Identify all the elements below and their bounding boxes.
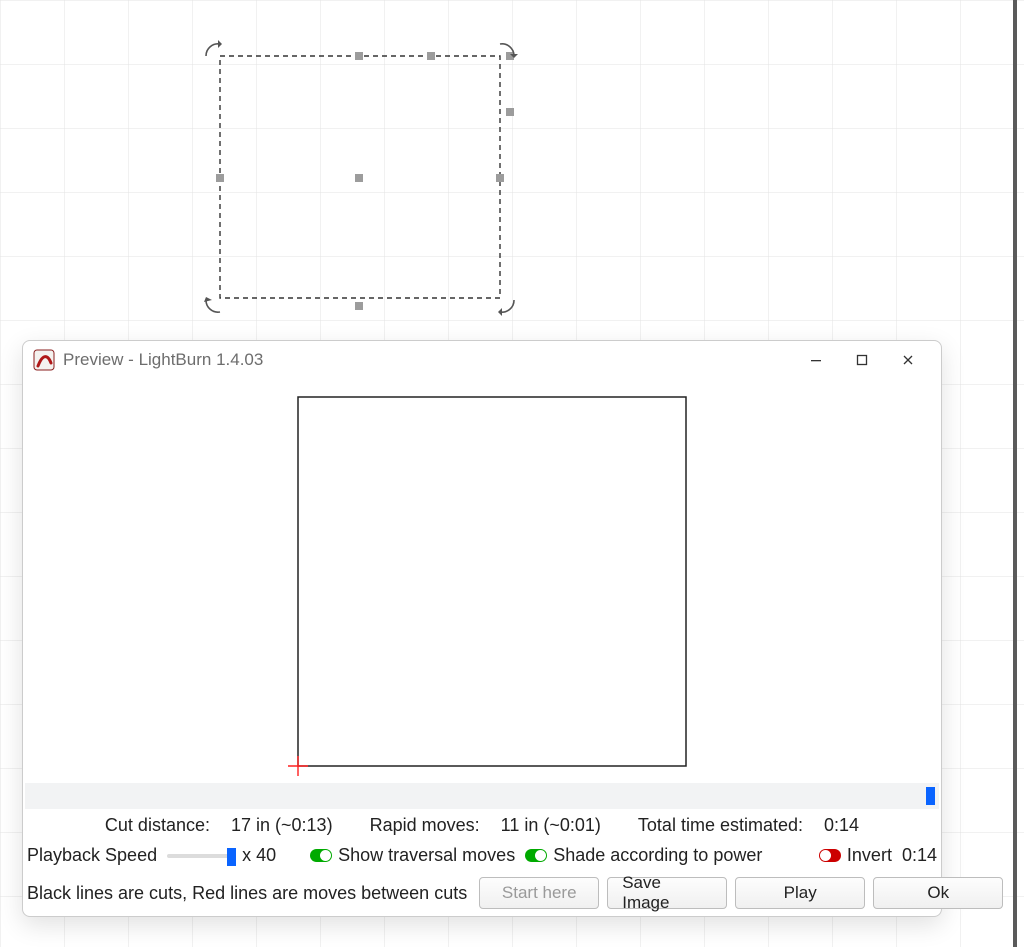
playback-speed-slider[interactable]	[167, 854, 232, 858]
playback-controls: Playback Speed x 40 Show traversal moves…	[27, 845, 937, 866]
timeline-thumb[interactable]	[926, 787, 935, 805]
maximize-button[interactable]	[839, 345, 885, 375]
close-button[interactable]	[885, 345, 931, 375]
minimize-button[interactable]	[793, 345, 839, 375]
save-image-button[interactable]: Save Image	[607, 877, 727, 909]
show-traversal-toggle[interactable]: Show traversal moves	[310, 845, 515, 866]
play-button[interactable]: Play	[735, 877, 865, 909]
timeline-slider[interactable]	[25, 783, 939, 809]
titlebar[interactable]: Preview - LightBurn 1.4.03	[23, 341, 941, 379]
preview-dialog: Preview - LightBurn 1.4.03 Cut distance:…	[22, 340, 942, 917]
playback-speed-value: x 40	[242, 845, 276, 866]
start-here-button[interactable]: Start here	[479, 877, 599, 909]
invert-toggle[interactable]: Invert	[819, 845, 892, 866]
dialog-title: Preview - LightBurn 1.4.03	[63, 350, 263, 370]
legend-text: Black lines are cuts, Red lines are move…	[27, 883, 467, 904]
app-icon	[33, 349, 55, 371]
shade-power-toggle[interactable]: Shade according to power	[525, 845, 762, 866]
stats-line: Cut distance: 17 in (~0:13) Rapid moves:…	[23, 815, 941, 836]
bottom-bar: Black lines are cuts, Red lines are move…	[27, 877, 937, 909]
ok-button[interactable]: Ok	[873, 877, 1003, 909]
preview-viewport[interactable]	[25, 379, 939, 781]
time-position: 0:14	[902, 845, 937, 866]
playback-speed-label: Playback Speed	[27, 845, 157, 866]
